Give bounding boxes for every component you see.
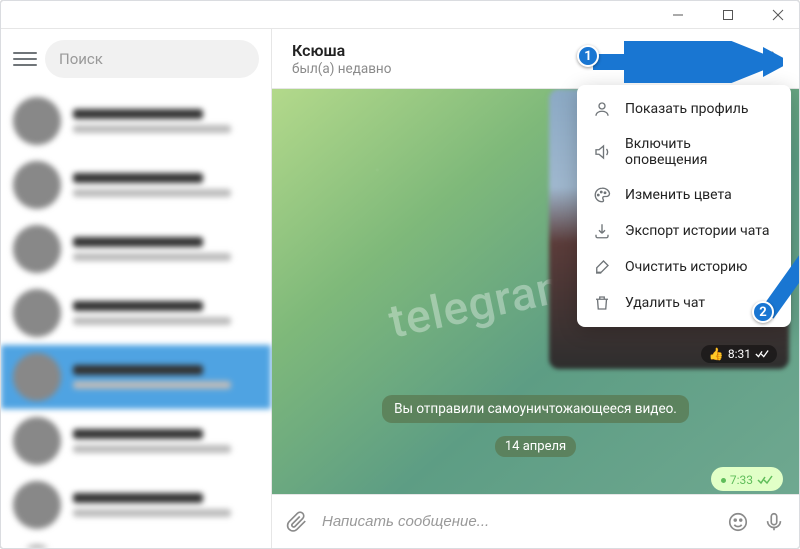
export-icon [593, 222, 611, 240]
palette-icon [593, 186, 611, 204]
window-minimize-button[interactable] [661, 3, 695, 27]
chat-list-item[interactable] [1, 345, 271, 409]
avatar [13, 289, 61, 337]
search-placeholder: Поиск [59, 50, 103, 68]
profile-icon [593, 100, 611, 118]
trash-icon [593, 294, 611, 312]
annotation-arrow-2 [742, 119, 800, 319]
menu-button[interactable] [13, 47, 37, 71]
menu-item-label: Показать профиль [625, 101, 748, 117]
avatar [13, 97, 61, 145]
chat-list-item[interactable] [1, 537, 271, 548]
photo-timestamp: 👍 8:31 [701, 345, 777, 363]
mic-icon[interactable] [763, 511, 785, 533]
app-window: Поиск Ксюша был(а) недавно [0, 0, 800, 549]
compose-bar [272, 494, 799, 548]
window-maximize-button[interactable] [711, 3, 745, 27]
chat-list-item[interactable] [1, 281, 271, 345]
menu-item-label: Удалить чат [625, 295, 705, 311]
chat-list-item[interactable] [1, 409, 271, 473]
avatar [13, 353, 61, 401]
chat-list-item[interactable] [1, 217, 271, 281]
avatar [13, 225, 61, 273]
chat-status: был(а) недавно [292, 61, 391, 77]
window-titlebar [1, 1, 799, 29]
date-divider: 14 апреля [495, 436, 576, 457]
chat-list-item[interactable] [1, 153, 271, 217]
avatar [13, 481, 61, 529]
message-input[interactable] [322, 513, 713, 530]
chat-main: Ксюша был(а) недавно telegramas.ru 👍 [272, 29, 799, 548]
chat-title[interactable]: Ксюша [292, 41, 391, 60]
sound-icon [593, 143, 611, 161]
window-close-button[interactable] [761, 3, 795, 27]
service-message: Вы отправили самоуничтожающееся видео. [382, 395, 689, 423]
message-time: 7:33 [730, 473, 753, 487]
chat-list-item[interactable] [1, 473, 271, 537]
avatar [13, 417, 61, 465]
chat-list-item[interactable] [1, 89, 271, 153]
menu-item-label: Изменить цвета [625, 187, 732, 203]
search-input[interactable]: Поиск [45, 40, 259, 78]
brush-icon [593, 258, 611, 276]
annotation-marker-1: 1 [577, 45, 599, 67]
chat-list[interactable] [1, 89, 271, 548]
attach-icon[interactable] [286, 511, 308, 533]
outgoing-bubble[interactable]: 7:33 [711, 467, 783, 491]
sidebar: Поиск [1, 29, 272, 548]
menu-item-label: Очистить историю [625, 259, 748, 275]
annotation-arrow-1 [593, 41, 783, 83]
avatar [13, 545, 61, 548]
emoji-icon[interactable] [727, 511, 749, 533]
avatar [13, 161, 61, 209]
thumbs-up-icon: 👍 [709, 347, 724, 361]
annotation-marker-2: 2 [752, 301, 774, 323]
